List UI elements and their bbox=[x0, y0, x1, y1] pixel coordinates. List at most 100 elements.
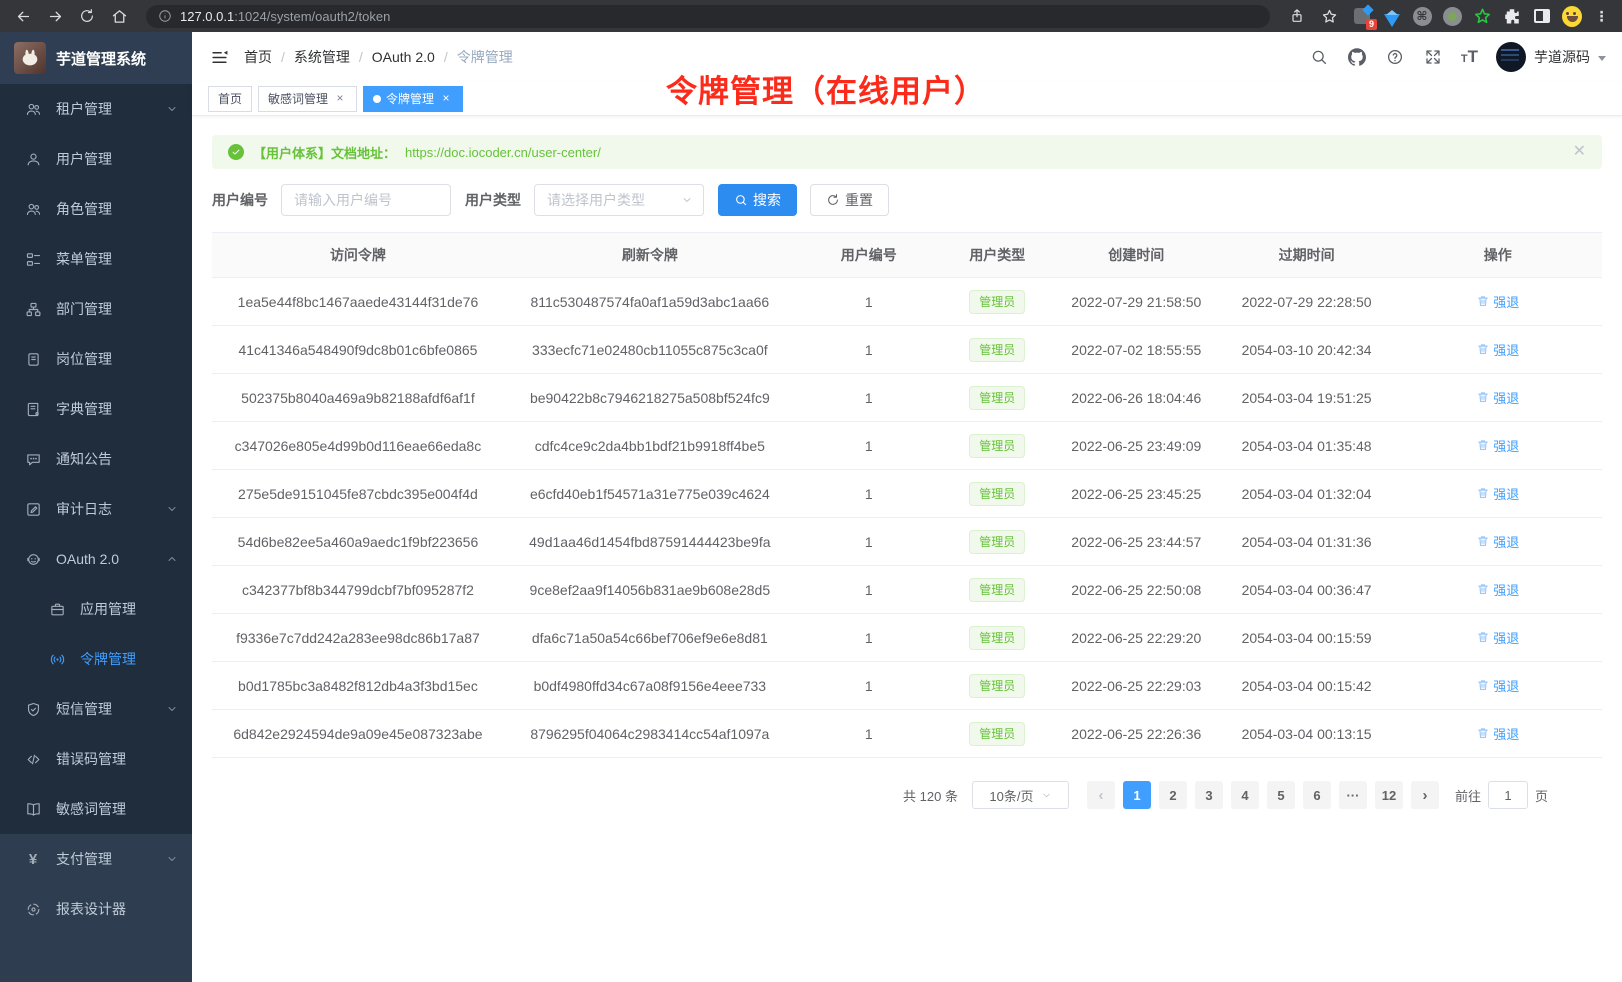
action-cell: 强退 bbox=[1393, 374, 1602, 422]
alert-text: 【用户体系】文档地址： bbox=[253, 143, 396, 162]
user-type-cell: 管理员 bbox=[942, 614, 1053, 662]
sidebar-item-dict[interactable]: 字典管理 bbox=[0, 384, 192, 434]
user-type-tag: 管理员 bbox=[969, 722, 1025, 746]
doc-link[interactable]: https://doc.iocoder.cn/user-center/ bbox=[405, 145, 601, 160]
more-pages-button[interactable]: ··· bbox=[1339, 781, 1367, 809]
prev-page-button[interactable]: ‹ bbox=[1087, 781, 1115, 809]
tab-令牌管理[interactable]: 令牌管理× bbox=[363, 86, 463, 112]
search-button[interactable]: 搜索 bbox=[718, 184, 797, 216]
sidebar-item-oauth-app[interactable]: 应用管理 bbox=[0, 584, 192, 634]
url-field[interactable]: 127.0.0.1:1024/system/oauth2/token bbox=[146, 5, 1270, 28]
search-icon bbox=[734, 193, 748, 207]
refresh-token-cell: dfa6c71a50a54c66bef706ef9e6e8d81 bbox=[504, 614, 796, 662]
breadcrumb-item[interactable]: 首页 bbox=[244, 47, 272, 67]
created-time-cell: 2022-06-25 22:50:08 bbox=[1053, 566, 1220, 614]
logo-avatar bbox=[14, 42, 46, 74]
app-logo[interactable]: 芋道管理系统 bbox=[0, 32, 192, 84]
share-icon[interactable] bbox=[1284, 3, 1310, 29]
force-logout-label: 强退 bbox=[1493, 436, 1519, 455]
sidebar-item-post[interactable]: 岗位管理 bbox=[0, 334, 192, 384]
github-icon[interactable] bbox=[1347, 47, 1367, 67]
page-button-1[interactable]: 1 bbox=[1123, 781, 1151, 809]
profile-avatar[interactable] bbox=[1562, 6, 1582, 26]
sidebar-item-sensitive[interactable]: 敏感词管理 bbox=[0, 784, 192, 834]
home-button[interactable] bbox=[106, 3, 132, 29]
tab-close-icon[interactable]: × bbox=[439, 92, 453, 106]
force-logout-button[interactable]: 强退 bbox=[1476, 532, 1519, 551]
alert-close-icon[interactable]: ✕ bbox=[1573, 144, 1586, 160]
user-id-input[interactable] bbox=[281, 184, 451, 216]
page-button-12[interactable]: 12 bbox=[1375, 781, 1403, 809]
expire-time-cell: 2054-03-10 20:42:34 bbox=[1220, 326, 1394, 374]
sidebar-item-tenant[interactable]: 租户管理 bbox=[0, 84, 192, 134]
record-extension-icon[interactable] bbox=[1442, 6, 1462, 26]
star-extension-icon[interactable] bbox=[1472, 6, 1492, 26]
sidebar-item-role[interactable]: 角色管理 bbox=[0, 184, 192, 234]
page-button-5[interactable]: 5 bbox=[1267, 781, 1295, 809]
force-logout-button[interactable]: 强退 bbox=[1476, 580, 1519, 599]
sidebar-item-user[interactable]: 用户管理 bbox=[0, 134, 192, 184]
sidebar-item-oauth-token[interactable]: 令牌管理 bbox=[0, 634, 192, 684]
extensions-puzzle-icon[interactable] bbox=[1502, 6, 1522, 26]
page-button-3[interactable]: 3 bbox=[1195, 781, 1223, 809]
site-info-icon[interactable] bbox=[158, 9, 172, 23]
access-token-cell: f9336e7c7dd242a283ee98dc86b17a87 bbox=[212, 614, 504, 662]
table-row: c342377bf8b344799dcbf7bf095287f29ce8ef2a… bbox=[212, 566, 1602, 614]
fullscreen-icon[interactable] bbox=[1423, 47, 1443, 67]
search-icon[interactable] bbox=[1309, 47, 1329, 67]
bookmark-star-icon[interactable] bbox=[1316, 3, 1342, 29]
breadcrumb-item[interactable]: 系统管理 bbox=[294, 47, 350, 67]
force-logout-button[interactable]: 强退 bbox=[1476, 388, 1519, 407]
sidebar-item-report[interactable]: 报表设计器 bbox=[0, 884, 192, 934]
breadcrumb-item[interactable]: OAuth 2.0 bbox=[372, 49, 435, 65]
tab-close-icon[interactable]: × bbox=[333, 92, 347, 106]
force-logout-button[interactable]: 强退 bbox=[1476, 340, 1519, 359]
font-size-icon[interactable]: TT bbox=[1461, 47, 1478, 67]
expire-time-cell: 2054-03-04 01:32:04 bbox=[1220, 470, 1394, 518]
user-dropdown[interactable]: 芋道源码 bbox=[1496, 42, 1606, 72]
force-logout-button[interactable]: 强退 bbox=[1476, 676, 1519, 695]
breadcrumb-separator: / bbox=[359, 49, 363, 65]
action-cell: 强退 bbox=[1393, 278, 1602, 326]
next-page-button[interactable]: › bbox=[1411, 781, 1439, 809]
force-logout-button[interactable]: 强退 bbox=[1476, 436, 1519, 455]
sidebar-item-dept[interactable]: 部门管理 bbox=[0, 284, 192, 334]
reset-button[interactable]: 重置 bbox=[810, 184, 889, 216]
page-button-2[interactable]: 2 bbox=[1159, 781, 1187, 809]
user-type-select[interactable]: 请选择用户类型 bbox=[534, 184, 704, 216]
tab-首页[interactable]: 首页 bbox=[208, 86, 252, 112]
jump-page-input[interactable] bbox=[1488, 781, 1528, 809]
user-id-cell: 1 bbox=[796, 374, 942, 422]
sidebar-item-audit[interactable]: 审计日志 bbox=[0, 484, 192, 534]
command-extension-icon[interactable]: ⌘ bbox=[1412, 6, 1432, 26]
gem-extension-icon[interactable] bbox=[1382, 6, 1402, 26]
back-button[interactable] bbox=[10, 3, 36, 29]
sidebar-item-menu[interactable]: 菜单管理 bbox=[0, 234, 192, 284]
page-size-select[interactable]: 10条/页 bbox=[972, 781, 1069, 809]
created-time-cell: 2022-06-26 18:04:46 bbox=[1053, 374, 1220, 422]
table-row: c347026e805e4d99b0d116eae66eda8ccdfc4ce9… bbox=[212, 422, 1602, 470]
forward-button[interactable] bbox=[42, 3, 68, 29]
page-button-4[interactable]: 4 bbox=[1231, 781, 1259, 809]
page-button-6[interactable]: 6 bbox=[1303, 781, 1331, 809]
action-cell: 强退 bbox=[1393, 662, 1602, 710]
tab-敏感词管理[interactable]: 敏感词管理× bbox=[258, 86, 357, 112]
reload-button[interactable] bbox=[74, 3, 100, 29]
force-logout-button[interactable]: 强退 bbox=[1476, 484, 1519, 503]
table-row: 41c41346a548490f9dc8b01c6bfe0865333ecfc7… bbox=[212, 326, 1602, 374]
sidebar-item-pay[interactable]: ¥支付管理 bbox=[0, 834, 192, 884]
sidebar-toggle-icon[interactable] bbox=[208, 46, 230, 68]
sidebar-item-notice[interactable]: 通知公告 bbox=[0, 434, 192, 484]
tab-label: 首页 bbox=[218, 90, 242, 107]
extension-badge-icon[interactable]: 9 bbox=[1352, 6, 1372, 26]
force-logout-button[interactable]: 强退 bbox=[1476, 292, 1519, 311]
force-logout-button[interactable]: 强退 bbox=[1476, 724, 1519, 743]
browser-menu-icon[interactable]: ⋮ bbox=[1592, 6, 1612, 26]
sidebar-item-errcode[interactable]: 错误码管理 bbox=[0, 734, 192, 784]
sidebar-item-sms[interactable]: 短信管理 bbox=[0, 684, 192, 734]
side-panel-icon[interactable] bbox=[1532, 6, 1552, 26]
force-logout-button[interactable]: 强退 bbox=[1476, 628, 1519, 647]
chevron-up-icon bbox=[166, 553, 178, 565]
help-icon[interactable] bbox=[1385, 47, 1405, 67]
sidebar-item-oauth[interactable]: OAuth 2.0 bbox=[0, 534, 192, 584]
